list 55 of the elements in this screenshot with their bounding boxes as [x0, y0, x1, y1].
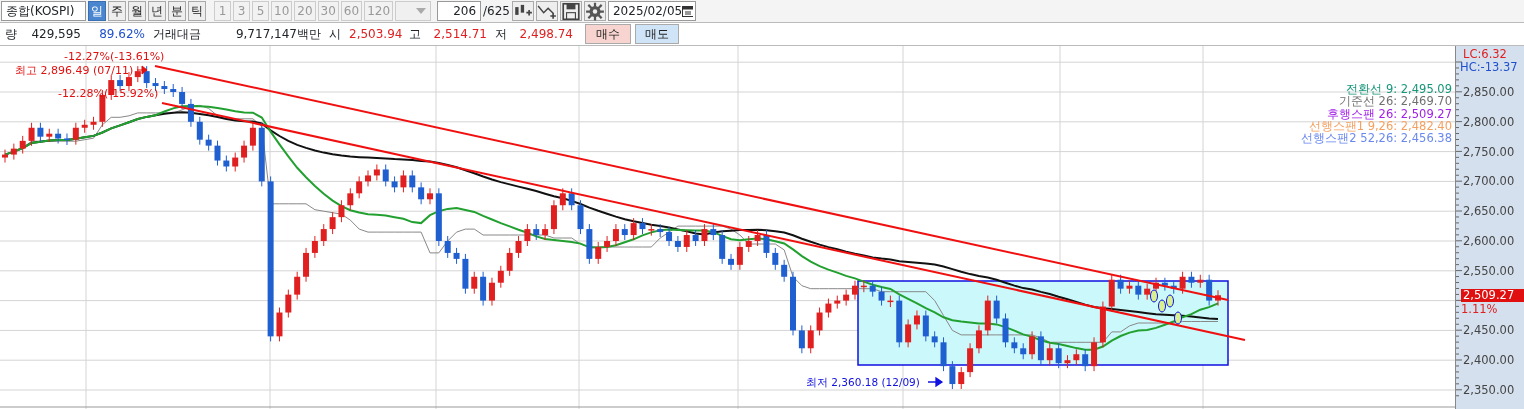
extreme-label: 최고 2,896.49 (07/11)	[15, 64, 134, 77]
period-tab[interactable]: 틱	[188, 1, 206, 21]
axis-label: 2,400.00	[1463, 354, 1515, 368]
axis-label: 2,650.00	[1463, 205, 1515, 219]
save-button[interactable]	[560, 1, 582, 21]
add-candle-button[interactable]	[512, 1, 534, 21]
volume-value: 429,595	[30, 26, 82, 43]
symbol-field[interactable]: 종합(KOSPI)	[1, 1, 86, 21]
legend-label: 전환선 9: 2,495.09	[1346, 82, 1452, 96]
add-line-button[interactable]	[536, 1, 558, 21]
open-label: 시	[328, 26, 342, 43]
settings-button[interactable]	[584, 1, 606, 21]
legend-label: 기준선 26: 2,469.70	[1338, 94, 1452, 109]
axis-label: 2,450.00	[1463, 324, 1515, 338]
change-percent: 1.11%	[1461, 303, 1498, 317]
change-label: -12.27%(-13.61%)	[64, 50, 165, 63]
high-value: 2,514.71	[432, 26, 488, 43]
axis-label: 2,600.00	[1463, 235, 1515, 248]
count-field[interactable]: 206	[437, 1, 482, 21]
buy-button[interactable]: 매수	[585, 24, 631, 44]
volume-ratio: 89.62%	[98, 26, 146, 43]
low-label: 저	[494, 26, 508, 43]
high-label: 고	[408, 26, 422, 43]
amount-value: 9,717,147백만	[234, 26, 322, 43]
arrow-icon	[927, 376, 943, 387]
calendar-icon[interactable]	[682, 5, 693, 17]
axis-label: 2,800.00	[1463, 115, 1515, 129]
period-tab[interactable]: 주	[108, 1, 126, 21]
axis-label: 2,700.00	[1463, 175, 1515, 189]
arrow-icon	[136, 65, 148, 75]
legend-label: 선행스팬2 52,26: 2,456.38	[1301, 131, 1452, 146]
extreme-label: 최저 2,360.18 (12/09)	[806, 376, 920, 388]
axis-label: 2,850.00	[1463, 86, 1515, 99]
axis-label: 2,550.00	[1463, 264, 1515, 278]
hc-value: HC:-13.37	[1460, 61, 1518, 74]
lc-value: LC:6.32	[1463, 48, 1507, 61]
period-tab[interactable]: 일	[88, 1, 106, 21]
axis-label: 2,750.00	[1463, 145, 1515, 159]
low-value: 2,498.74	[518, 26, 574, 43]
period-tab[interactable]: 월	[128, 1, 146, 21]
period-tab[interactable]: 년	[148, 1, 166, 21]
date-field[interactable]: 2025/02/05	[608, 1, 696, 21]
amount-label: 거래대금	[152, 26, 202, 43]
axis-label: 2,350.00	[1463, 384, 1515, 397]
sell-button[interactable]: 매도	[635, 24, 679, 44]
legend-label: 후행스팬 26: 2,509.27	[1326, 106, 1452, 121]
caret-icon	[416, 8, 427, 14]
total-count: /625	[483, 3, 510, 20]
period-tab[interactable]: 분	[168, 1, 186, 21]
date-text: 2025/02/05	[613, 3, 683, 20]
current-price-tag: 2,509.27	[1461, 289, 1524, 303]
open-value: 2,503.94	[348, 26, 404, 43]
volume-label: 량	[4, 26, 18, 43]
ellipse-marker	[1174, 311, 1182, 325]
save-icon	[561, 1, 581, 21]
